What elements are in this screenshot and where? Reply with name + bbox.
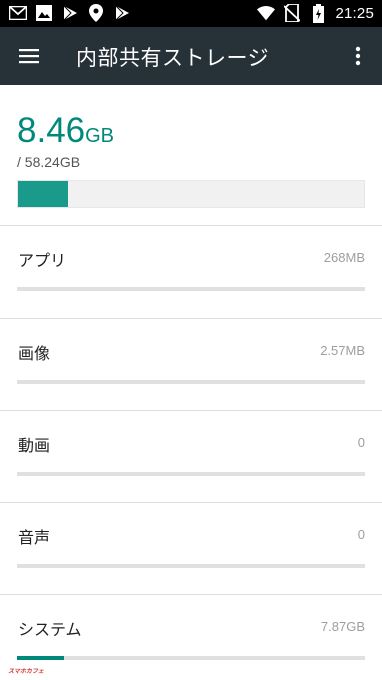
no-sim-icon xyxy=(283,4,301,22)
category-size: 268MB xyxy=(323,250,365,265)
category-size: 7.87GB xyxy=(320,619,365,634)
wifi-icon xyxy=(257,4,276,22)
clock: 21:25 xyxy=(335,4,374,22)
status-bar: 21:25 xyxy=(0,0,382,27)
location-icon xyxy=(87,4,105,22)
page-title: 内部共有ストレージ xyxy=(76,46,270,70)
category-label: アプリ xyxy=(18,251,67,270)
category-label: 音声 xyxy=(18,528,51,547)
image-icon xyxy=(35,4,53,22)
notification-icons xyxy=(9,4,131,22)
total-storage: / 58.24GB xyxy=(17,154,81,170)
gmail-icon xyxy=(9,4,27,22)
category-usage-fill xyxy=(17,656,64,660)
category-usage-bar xyxy=(17,287,365,291)
category-size: 0 xyxy=(357,435,365,450)
battery-icon xyxy=(309,3,327,23)
category-item-audio[interactable]: 音声 0 xyxy=(0,503,382,595)
category-item-images[interactable]: 画像 2.57MB xyxy=(0,319,382,411)
category-usage-bar xyxy=(17,380,365,384)
more-vert-icon[interactable] xyxy=(342,40,374,72)
used-unit: GB xyxy=(85,125,115,147)
play-store-icon xyxy=(61,4,79,22)
category-usage-bar xyxy=(17,472,365,476)
system-icons: 21:25 xyxy=(257,3,374,23)
category-size: 2.57MB xyxy=(320,343,365,358)
category-item-videos[interactable]: 動画 0 xyxy=(0,411,382,503)
hamburger-menu-icon[interactable] xyxy=(13,40,45,72)
app-bar: 内部共有ストレージ xyxy=(0,27,382,85)
category-item-apps[interactable]: アプリ 268MB xyxy=(0,226,382,318)
category-usage-bar xyxy=(17,564,365,568)
play-store-icon xyxy=(113,4,131,22)
category-label: 動画 xyxy=(18,436,51,455)
used-storage: 8.46GB xyxy=(17,111,114,156)
category-label: 画像 xyxy=(18,344,51,363)
category-size: 0 xyxy=(357,527,365,542)
used-value: 8.46 xyxy=(17,111,86,150)
category-usage-bar xyxy=(17,656,365,660)
storage-summary: 8.46GB / 58.24GB xyxy=(0,85,382,225)
category-item-system[interactable]: システム 7.87GB xyxy=(0,595,382,680)
watermark: スマホカフェ xyxy=(8,668,44,675)
category-label: システム xyxy=(18,620,82,639)
storage-usage-bar xyxy=(17,180,365,208)
storage-usage-fill xyxy=(18,181,69,207)
